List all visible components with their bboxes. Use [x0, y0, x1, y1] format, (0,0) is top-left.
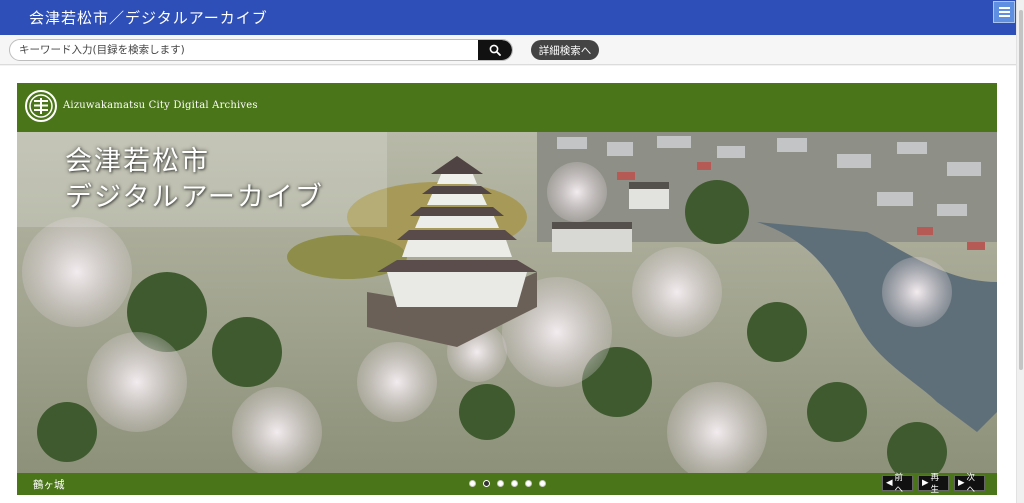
hero-title-line2: デジタルアーカイブ: [65, 182, 324, 213]
next-label: 次へ: [966, 473, 976, 495]
play-label: 再生: [930, 473, 940, 495]
hero-title-line1: 会津若松市: [65, 146, 210, 177]
search-button[interactable]: [478, 40, 512, 60]
next-slide-button[interactable]: ▶ 次へ: [954, 473, 985, 495]
search-bar: 詳細検索へ: [0, 35, 1016, 65]
slide-dot-4[interactable]: [511, 480, 518, 487]
prev-label: 前へ: [894, 473, 904, 495]
slide-dot-1[interactable]: [469, 480, 476, 487]
advanced-search-button[interactable]: 詳細検索へ: [531, 40, 599, 60]
site-header: 会津若松市／デジタルアーカイブ: [0, 0, 1016, 35]
banner-subtitle: Aizuwakamatsu City Digital Archives: [63, 100, 258, 111]
triangle-right-icon: ▶: [958, 478, 965, 488]
slide-dot-5[interactable]: [525, 480, 532, 487]
page-scrollbar[interactable]: [1016, 0, 1024, 503]
slide-dot-6[interactable]: [539, 480, 546, 487]
slide-dot-3[interactable]: [497, 480, 504, 487]
triangle-left-icon: ◀: [886, 478, 893, 488]
slide-dot-2[interactable]: [483, 480, 490, 487]
slide-indicators: [469, 480, 546, 487]
city-emblem-icon[interactable]: [25, 90, 57, 122]
hero-title: 会津若松市 デジタルアーカイブ: [65, 144, 324, 216]
play-slide-button[interactable]: ▶ 再生: [918, 473, 949, 495]
slide-caption: 鶴ヶ城: [33, 479, 65, 491]
search-icon: [489, 44, 501, 56]
site-title[interactable]: 会津若松市／デジタルアーカイブ: [29, 7, 268, 28]
prev-slide-button[interactable]: ◀ 前へ: [882, 473, 913, 495]
search-input[interactable]: [10, 40, 480, 60]
slideshow-caption-bar: 鶴ヶ城 ◀ 前へ ▶ 再生 ▶ 次へ: [17, 473, 997, 495]
hamburger-menu-icon[interactable]: [993, 1, 1015, 23]
search-box: [9, 39, 513, 61]
main-content: Aizuwakamatsu City Digital Archives 会津若松…: [0, 66, 1016, 503]
hero-image[interactable]: 会津若松市 デジタルアーカイブ: [17, 132, 997, 473]
scrollbar-thumb[interactable]: [1019, 10, 1023, 370]
archive-banner: Aizuwakamatsu City Digital Archives: [17, 83, 997, 132]
play-icon: ▶: [922, 478, 929, 488]
